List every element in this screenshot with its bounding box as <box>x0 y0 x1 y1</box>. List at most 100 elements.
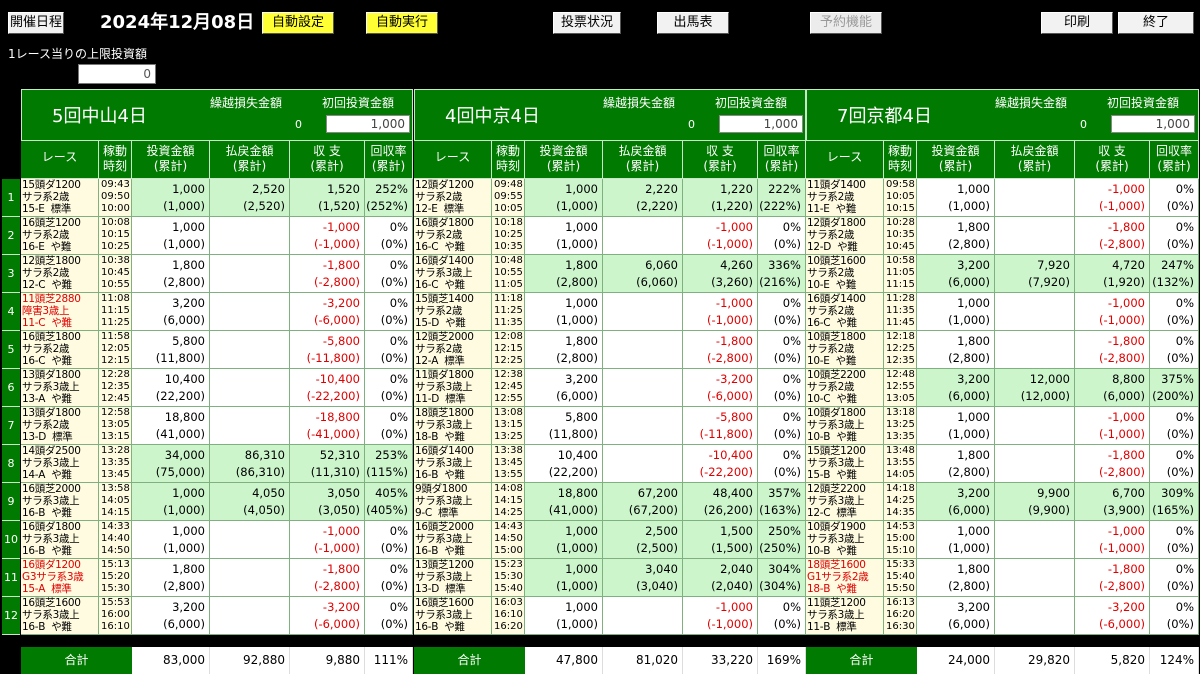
table-row[interactable]: 12頭芝1800 サラ系2歳 12-C や難 10:38 10:45 10:55 1… <box>21 255 413 293</box>
table-row[interactable]: 10頭芝2200 サラ系2歳 10-C や難 12:48 12:55 13:05 3… <box>806 369 1199 407</box>
table-row[interactable]: 12頭ダ1800 サラ系2歳 12-D や難 10:28 10:35 10:45 1… <box>806 217 1199 255</box>
table-row[interactable]: 11頭芝2880 障害3歳上 11-C や難 11:08 11:15 11:25 3… <box>21 293 413 331</box>
race-info[interactable]: 18頭芝1800 サラ系3歳上 18-B や難 <box>414 407 492 445</box>
table-row[interactable]: 15頭芝1400 サラ系2歳 15-D や難 11:18 11:25 11:35 1… <box>414 293 806 331</box>
table-row[interactable]: 18頭芝1600 G1サラ系2歳 18-B や難 15:33 15:40 15:5… <box>806 559 1199 597</box>
race-time: 14:43 14:50 15:00 <box>492 521 525 559</box>
race-info[interactable]: 16頭ダ1400 サラ系3歳上 16-B や難 <box>414 445 492 483</box>
entry-table-button[interactable]: 出馬表 <box>657 12 729 34</box>
table-row[interactable]: 15頭芝1200 サラ系3歳上 15-B や難 13:48 13:55 14:05… <box>806 445 1199 483</box>
table-row[interactable]: 13頭芝1200 サラ系3歳上 13-D 標準 15:23 15:30 15:40… <box>414 559 806 597</box>
race-time: 10:38 10:45 10:55 <box>99 255 132 293</box>
table-row[interactable]: 16頭ダ1200 G3サラ系3歳 15-A 標準 15:13 15:20 15:3… <box>21 559 413 597</box>
race-info[interactable]: 16頭芝2000 サラ系3歳上 16-B や難 <box>414 521 492 559</box>
table-row[interactable]: 16頭芝1600 サラ系3歳上 16-B や難 16:03 16:10 16:20… <box>414 597 806 635</box>
race-info[interactable]: 11頭芝1200 サラ系3歳上 11-B 標準 <box>806 597 884 635</box>
table-row[interactable]: 14頭ダ2500 サラ系3歳上 14-A や難 13:28 13:35 13:45… <box>21 445 413 483</box>
race-info[interactable]: 16頭ダ1400 サラ系3歳上 16-C や難 <box>414 255 492 293</box>
table-row[interactable]: 13頭ダ1800 サラ系3歳上 13-A や難 12:28 12:35 12:45… <box>21 369 413 407</box>
auto-exec-button[interactable]: 自動実行 <box>366 12 438 34</box>
table-row[interactable]: 11頭ダ1400 サラ系2歳 11-E や難 09:58 10:05 10:15 1… <box>806 179 1199 217</box>
table-row[interactable]: 16頭芝1200 サラ系2歳 16-E や難 10:08 10:15 10:25 1… <box>21 217 413 255</box>
venue-table: レース 稼動 時刻 投資金額 (累計) 払戻金額 (累計) 収 支 (累計) 回収率 (累… <box>806 141 1199 674</box>
table-row[interactable]: 10頭ダ1800 サラ系3歳上 10-B や難 13:18 13:25 13:35… <box>806 407 1199 445</box>
venue-header: 5回中山4日 繰越損失金額 0 初回投資金額 1,000 <box>21 89 413 141</box>
race-info[interactable]: 10頭ダ1900 サラ系3歳上 10-B や難 <box>806 521 884 559</box>
race-info[interactable]: 16頭ダ1200 G3サラ系3歳 15-A 標準 <box>21 559 99 597</box>
table-row[interactable]: 16頭芝2000 サラ系3歳上 16-B や難 13:58 14:05 14:15… <box>21 483 413 521</box>
race-info[interactable]: 12頭芝2000 サラ系2歳 12-A 標準 <box>414 331 492 369</box>
table-row[interactable]: 15頭ダ1200 サラ系2歳 15-E 標準 09:43 09:50 10:00 1… <box>21 179 413 217</box>
race-info[interactable]: 16頭芝1800 サラ系2歳 16-C や難 <box>21 331 99 369</box>
race-info[interactable]: 9頭ダ1800 サラ系3歳上 9-C 標準 <box>414 483 492 521</box>
payout-amount: 67,200 (67,200) <box>603 483 683 521</box>
limit-input[interactable]: 0 <box>78 64 156 84</box>
race-info[interactable]: 10頭芝1800 サラ系2歳 10-E や難 <box>806 331 884 369</box>
race-info[interactable]: 10頭芝2200 サラ系2歳 10-C や難 <box>806 369 884 407</box>
table-row[interactable]: 16頭芝1800 サラ系2歳 16-C や難 11:58 12:05 12:15 5… <box>21 331 413 369</box>
table-row[interactable]: 10頭ダ1900 サラ系3歳上 10-B や難 14:53 15:00 15:10… <box>806 521 1199 559</box>
race-info[interactable]: 13頭芝1200 サラ系3歳上 13-D 標準 <box>414 559 492 597</box>
table-row[interactable]: 16頭ダ1400 サラ系3歳上 16-B や難 13:38 13:45 13:55… <box>414 445 806 483</box>
invest-amount: 3,200 (6,000) <box>917 369 995 407</box>
race-info[interactable]: 16頭芝1200 サラ系2歳 16-E や難 <box>21 217 99 255</box>
schedule-button[interactable]: 開催日程 <box>8 12 64 34</box>
vote-status-button[interactable]: 投票状況 <box>553 12 621 34</box>
race-info[interactable]: 15頭ダ1200 サラ系2歳 15-E 標準 <box>21 179 99 217</box>
race-info[interactable]: 16頭芝2000 サラ系3歳上 16-B や難 <box>21 483 99 521</box>
race-info[interactable]: 12頭芝2200 サラ系3歳上 12-C 標準 <box>806 483 884 521</box>
table-row[interactable]: 11頭芝1200 サラ系3歳上 11-B 標準 16:13 16:20 16:30… <box>806 597 1199 635</box>
table-row[interactable]: 16頭ダ1400 サラ系3歳上 16-C や難 10:48 10:55 11:05… <box>414 255 806 293</box>
table-row[interactable]: 10頭芝1600 サラ系2歳 10-E や難 10:58 11:05 11:15 3… <box>806 255 1199 293</box>
race-info[interactable]: 13頭ダ1800 サラ系3歳上 13-A や難 <box>21 369 99 407</box>
race-info[interactable]: 13頭ダ1800 サラ系2歳 13-D 標準 <box>21 407 99 445</box>
col-race: レース <box>806 141 884 179</box>
initial-investment-input[interactable]: 1,000 <box>1111 115 1195 133</box>
invest-amount: 1,800 (2,800) <box>917 445 995 483</box>
table-row[interactable]: 16頭芝1600 サラ系3歳上 16-B や難 15:53 16:00 16:10… <box>21 597 413 635</box>
table-row[interactable]: 10頭芝1800 サラ系2歳 10-E や難 12:18 12:25 12:35 1… <box>806 331 1199 369</box>
race-info[interactable]: 16頭ダ1800 サラ系2歳 16-C や難 <box>414 217 492 255</box>
race-info[interactable]: 18頭芝1600 G1サラ系2歳 18-B や難 <box>806 559 884 597</box>
initial-investment-input[interactable]: 1,000 <box>719 115 803 133</box>
invest-amount: 1,000 (1,000) <box>525 179 603 217</box>
race-time: 10:48 10:55 11:05 <box>492 255 525 293</box>
payout-amount <box>995 217 1075 255</box>
date-display: 2024年12月08日 <box>100 12 255 33</box>
venue-table: レース 稼動 時刻 投資金額 (累計) 払戻金額 (累計) 収 支 (累計) 回収率 (累… <box>21 141 413 674</box>
table-row[interactable]: 16頭ダ1800 サラ系2歳 16-C や難 10:18 10:25 10:35 1… <box>414 217 806 255</box>
race-info[interactable]: 11頭ダ1400 サラ系2歳 11-E や難 <box>806 179 884 217</box>
table-row[interactable]: 13頭ダ1800 サラ系2歳 13-D 標準 12:58 13:05 13:15 1… <box>21 407 413 445</box>
race-info[interactable]: 14頭ダ2500 サラ系3歳上 14-A や難 <box>21 445 99 483</box>
race-info[interactable]: 10頭ダ1800 サラ系3歳上 10-B や難 <box>806 407 884 445</box>
race-info[interactable]: 16頭芝1600 サラ系3歳上 16-B や難 <box>21 597 99 635</box>
reservation-button[interactable]: 予約機能 <box>810 12 882 34</box>
exit-button[interactable]: 終了 <box>1118 12 1194 34</box>
table-row[interactable]: 9頭ダ1800 サラ系3歳上 9-C 標準 14:08 14:15 14:25 18… <box>414 483 806 521</box>
total-payout: 29,820 <box>995 647 1075 674</box>
race-info[interactable]: 11頭ダ1800 サラ系3歳上 11-D 標準 <box>414 369 492 407</box>
table-row[interactable]: 12頭ダ1200 サラ系2歳 12-E 標準 09:48 09:55 10:05 1… <box>414 179 806 217</box>
table-row[interactable]: 12頭芝2000 サラ系2歳 12-A 標準 12:08 12:15 12:25 1… <box>414 331 806 369</box>
race-info[interactable]: 15頭芝1200 サラ系3歳上 15-B や難 <box>806 445 884 483</box>
race-info[interactable]: 10頭芝1600 サラ系2歳 10-E や難 <box>806 255 884 293</box>
race-info[interactable]: 11頭芝2880 障害3歳上 11-C や難 <box>21 293 99 331</box>
recovery-rate: 0% (0%) <box>758 331 806 369</box>
race-info[interactable]: 12頭ダ1200 サラ系2歳 12-E 標準 <box>414 179 492 217</box>
race-info[interactable]: 12頭ダ1800 サラ系2歳 12-D や難 <box>806 217 884 255</box>
race-info[interactable]: 15頭芝1400 サラ系2歳 15-D や難 <box>414 293 492 331</box>
table-row[interactable]: 16頭芝2000 サラ系3歳上 16-B や難 14:43 14:50 15:00… <box>414 521 806 559</box>
table-row[interactable]: 18頭芝1800 サラ系3歳上 18-B や難 13:08 13:15 13:25… <box>414 407 806 445</box>
race-info[interactable]: 16頭芝1600 サラ系3歳上 16-B や難 <box>414 597 492 635</box>
race-info[interactable]: 16頭ダ1800 サラ系3歳上 16-B や難 <box>21 521 99 559</box>
table-row[interactable]: 12頭芝2200 サラ系3歳上 12-C 標準 14:18 14:25 14:35… <box>806 483 1199 521</box>
table-row[interactable]: 11頭ダ1800 サラ系3歳上 11-D 標準 12:38 12:45 12:55… <box>414 369 806 407</box>
auto-setting-button[interactable]: 自動設定 <box>262 12 334 34</box>
race-info[interactable]: 16頭ダ1400 サラ系2歳 16-C や難 <box>806 293 884 331</box>
col-time: 稼動 時刻 <box>99 141 132 179</box>
table-row[interactable]: 16頭ダ1400 サラ系2歳 16-C や難 11:28 11:35 11:45 1… <box>806 293 1199 331</box>
initial-investment-input[interactable]: 1,000 <box>326 115 410 133</box>
race-info[interactable]: 12頭芝1800 サラ系2歳 12-C や難 <box>21 255 99 293</box>
table-row[interactable]: 16頭ダ1800 サラ系3歳上 16-B や難 14:33 14:40 14:50… <box>21 521 413 559</box>
print-button[interactable]: 印刷 <box>1041 12 1113 34</box>
